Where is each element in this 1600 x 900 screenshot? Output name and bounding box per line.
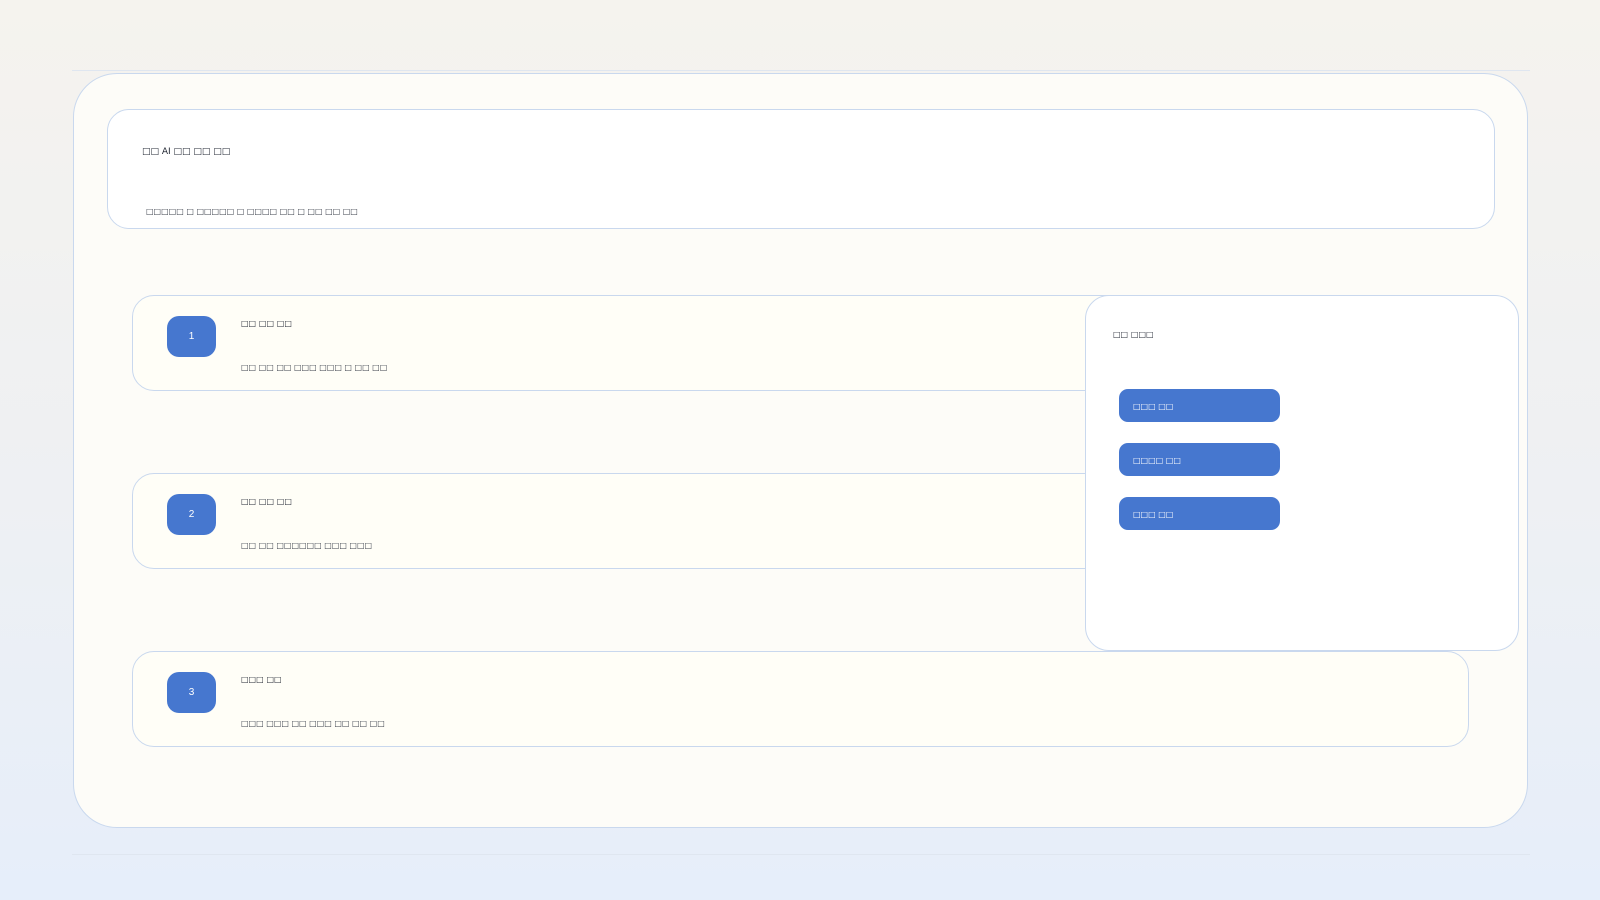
- step-card-3[interactable]: 3 □□□ □□ □□□ □□□ □□ □□□ □□ □□ □□: [132, 651, 1469, 747]
- step-description: □□□ □□□ □□ □□□ □□ □□ □□: [241, 719, 385, 728]
- side-action-button-1[interactable]: □□□ □□: [1119, 389, 1280, 422]
- step-title: □□ □□ □□: [241, 319, 292, 328]
- side-action-button-3[interactable]: □□□ □□: [1119, 497, 1280, 530]
- button-label: □□□□ □□: [1133, 456, 1181, 465]
- step-number-badge: 3: [167, 672, 216, 713]
- top-divider: [72, 70, 1530, 71]
- side-action-button-2[interactable]: □□□□ □□: [1119, 443, 1280, 476]
- button-label: □□□ □□: [1133, 402, 1174, 411]
- header-card: □□ AI □□ □□ □□ □□□□□ □ □□□□□ □ □□□□ □□ □…: [107, 109, 1495, 229]
- step-number-badge: 1: [167, 316, 216, 357]
- bottom-divider: [72, 854, 1530, 855]
- step-title: □□ □□ □□: [241, 497, 292, 506]
- page-title: □□ AI □□ □□ □□: [142, 147, 231, 157]
- side-panel: □□ □□□ □□□ □□ □□□□ □□ □□□ □□: [1085, 295, 1519, 651]
- side-panel-title: □□ □□□: [1113, 330, 1154, 339]
- step-number-badge: 2: [167, 494, 216, 535]
- step-description: □□ □□ □□ □□□ □□□ □ □□ □□: [241, 363, 388, 372]
- step-description: □□ □□ □□□□□□ □□□ □□□: [241, 541, 373, 550]
- page-subtitle: □□□□□ □ □□□□□ □ □□□□ □□ □ □□ □□ □□: [146, 207, 358, 216]
- step-title: □□□ □□: [241, 675, 282, 684]
- button-label: □□□ □□: [1133, 510, 1174, 519]
